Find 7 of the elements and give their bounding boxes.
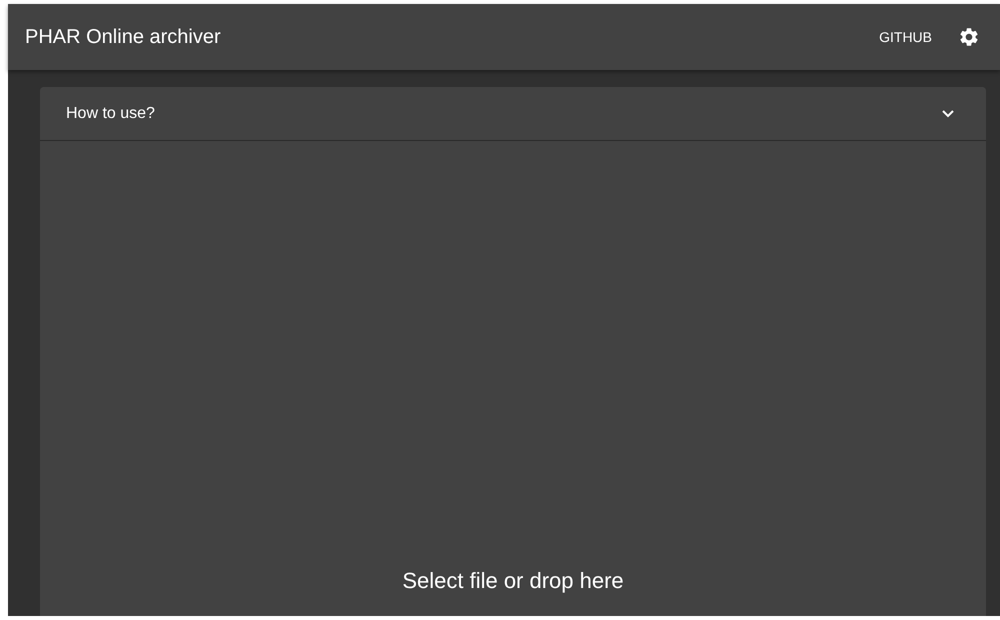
app-title: PHAR Online archiver [25,26,222,48]
settings-icon[interactable] [958,26,980,48]
how-to-use-panel[interactable]: How to use? [40,87,986,141]
chevron-icon [942,110,954,118]
drop-zone[interactable]: Select file or drop here [40,141,986,616]
drop-prompt: Select file or drop here [402,568,624,594]
github-link[interactable]: GITHUB [879,29,932,45]
